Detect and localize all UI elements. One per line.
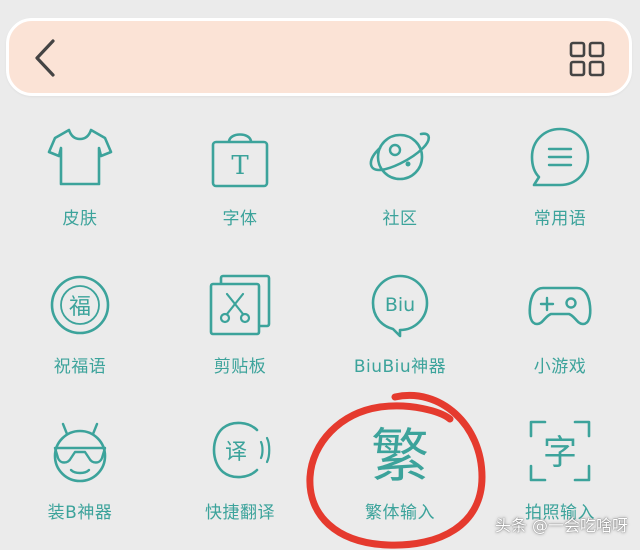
tile-label: 快捷翻译 — [205, 503, 275, 523]
tile-community[interactable]: 社区 — [320, 110, 480, 250]
tile-common-phrases[interactable]: 常用语 — [480, 110, 640, 250]
translate-icon: 译 — [212, 421, 271, 479]
biu-bubble-icon: Biu — [371, 274, 429, 338]
grid-icon — [569, 41, 605, 77]
app-screen: 皮肤 T 字体 社区 常用语 福 祝福语 剪贴板 Biu BiuBiu神器 小游… — [0, 0, 640, 550]
tile-clipboard[interactable]: 剪贴板 — [160, 258, 320, 398]
gamepad-icon — [528, 286, 592, 326]
top-toolbar — [6, 18, 632, 96]
traditional-chinese-icon: 繁 — [371, 422, 429, 486]
svg-text:福: 福 — [69, 295, 91, 320]
tile-traditional-input[interactable]: 繁 繁体输入 — [320, 404, 480, 544]
blessing-icon: 福 — [50, 275, 110, 335]
chat-bubble-icon — [530, 127, 590, 187]
svg-text:T: T — [231, 151, 249, 181]
font-bag-icon: T — [211, 133, 269, 188]
tshirt-icon — [47, 128, 113, 186]
back-button[interactable] — [27, 35, 67, 81]
tile-blessings[interactable]: 福 祝福语 — [0, 258, 160, 398]
svg-text:译: 译 — [225, 440, 247, 465]
planet-icon — [369, 132, 431, 181]
tile-quick-translate[interactable]: 译 快捷翻译 — [160, 404, 320, 544]
tile-label: 祝福语 — [53, 357, 107, 377]
tile-show-off[interactable]: 装B神器 — [0, 404, 160, 544]
svg-text:繁: 繁 — [371, 422, 429, 486]
tile-label: 字体 — [222, 209, 258, 229]
tile-label: 社区 — [382, 209, 418, 229]
tile-label: BiuBiu神器 — [353, 357, 447, 377]
clipboard-scissors-icon — [209, 274, 271, 336]
menu-grid-button[interactable] — [567, 39, 607, 79]
tile-label: 装B神器 — [47, 503, 113, 523]
tile-label: 小游戏 — [533, 357, 587, 377]
cool-face-icon — [53, 422, 107, 483]
tile-label: 皮肤 — [62, 209, 98, 229]
chevron-left-icon — [35, 39, 55, 77]
watermark-text: 头条 @一会吃啥呀 — [494, 516, 628, 535]
feature-grid: 皮肤 T 字体 社区 常用语 福 祝福语 剪贴板 Biu BiuBiu神器 小游… — [0, 110, 640, 550]
tile-label: 繁体输入 — [365, 503, 435, 523]
svg-text:字: 字 — [543, 433, 577, 473]
scan-text-icon: 字 — [529, 420, 591, 482]
tile-label: 常用语 — [533, 209, 587, 229]
tile-label: 剪贴板 — [213, 357, 267, 377]
tile-font[interactable]: T 字体 — [160, 110, 320, 250]
tile-biubiu[interactable]: Biu BiuBiu神器 — [320, 258, 480, 398]
tile-skin[interactable]: 皮肤 — [0, 110, 160, 250]
svg-text:Biu: Biu — [385, 294, 415, 316]
tile-mini-games[interactable]: 小游戏 — [480, 258, 640, 398]
